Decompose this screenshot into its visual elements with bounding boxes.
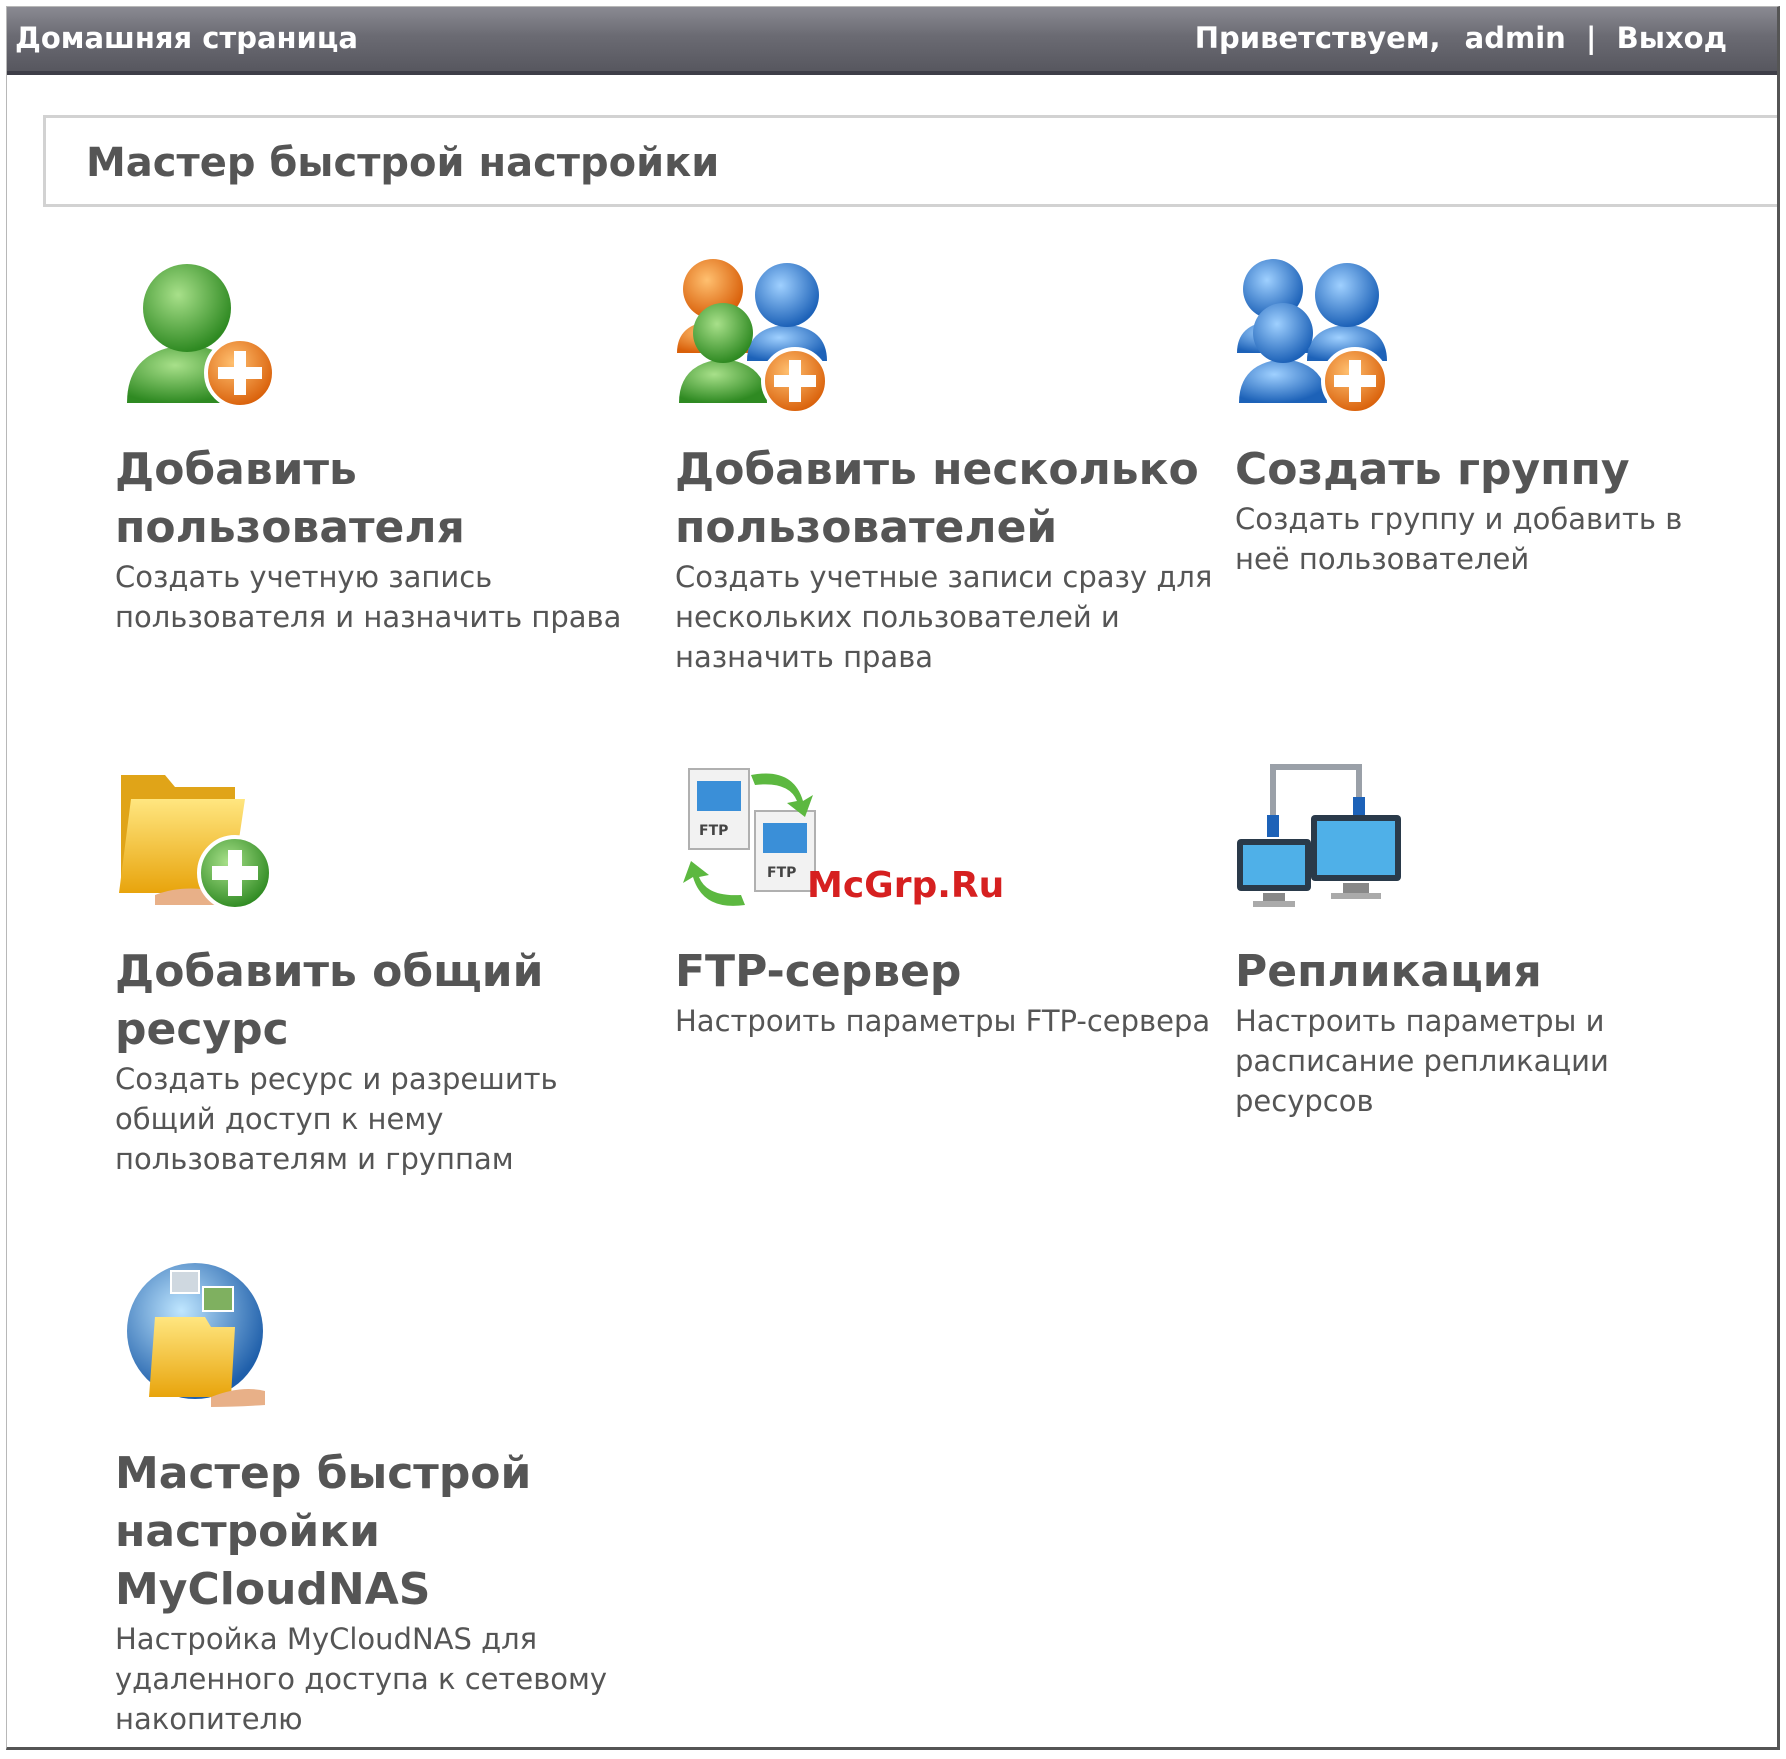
card-title[interactable]: Добавить пользователя: [115, 441, 655, 557]
card-add-multiple-users[interactable]: Добавить несколько пользователей Создать…: [675, 253, 1215, 677]
card-add-user[interactable]: Добавить пользователя Создать учетную за…: [115, 253, 655, 637]
home-link[interactable]: Домашняя страница: [15, 21, 358, 55]
main-window: Домашняя страница Приветствуем, admin | …: [6, 6, 1780, 1750]
watermark: McGrp.Ru: [807, 865, 1005, 906]
ftp-label: FTP: [767, 865, 796, 881]
card-mycloudnas[interactable]: Мастер быстрой настройки MyCloudNAS Наст…: [115, 1257, 655, 1739]
card-description: Создать группу и добавить в неё пользова…: [1235, 502, 1683, 576]
card-description: Настройка MyCloudNAS для удаленного дост…: [115, 1622, 608, 1736]
card-replication[interactable]: Репликация Настроить параметры и расписа…: [1235, 755, 1735, 1121]
card-description: Настроить параметры FTP-сервера: [675, 1004, 1211, 1038]
card-title[interactable]: FTP-сервер: [675, 943, 1215, 1001]
card-description: Создать ресурс и разрешить общий доступ …: [115, 1062, 558, 1176]
replication-icon[interactable]: [1235, 755, 1405, 925]
logout-link[interactable]: Выход: [1617, 21, 1727, 55]
card-title[interactable]: Добавить несколько пользователей: [675, 441, 1215, 557]
card-description: Создать учетные записи сразу для несколь…: [675, 560, 1213, 674]
card-title[interactable]: Репликация: [1235, 943, 1735, 1001]
card-title[interactable]: Создать группу: [1235, 441, 1735, 499]
add-share-folder-icon[interactable]: [115, 755, 285, 925]
card-description: Настроить параметры и расписание реплика…: [1235, 1004, 1609, 1118]
top-bar: Домашняя страница Приветствуем, admin | …: [7, 7, 1777, 75]
card-description: Создать учетную запись пользователя и на…: [115, 560, 622, 634]
user-area: Приветствуем, admin | Выход: [1195, 21, 1727, 55]
ftp-label: FTP: [699, 823, 728, 839]
add-multiple-users-icon[interactable]: [675, 253, 845, 423]
separator: |: [1585, 21, 1597, 55]
page-title-box: Мастер быстрой настройки: [43, 115, 1777, 207]
card-title[interactable]: Добавить общий ресурс: [115, 943, 655, 1059]
card-add-share[interactable]: Добавить общий ресурс Создать ресурс и р…: [115, 755, 655, 1179]
welcome-text: Приветствуем,: [1194, 21, 1441, 55]
mycloudnas-globe-icon[interactable]: [115, 1257, 285, 1427]
username: admin: [1464, 21, 1566, 55]
page-title: Мастер быстрой настройки: [86, 140, 720, 186]
card-create-group[interactable]: Создать группу Создать группу и добавить…: [1235, 253, 1735, 579]
add-user-icon[interactable]: [115, 253, 285, 423]
card-title[interactable]: Мастер быстрой настройки MyCloudNAS: [115, 1445, 655, 1619]
create-group-icon[interactable]: [1235, 253, 1405, 423]
